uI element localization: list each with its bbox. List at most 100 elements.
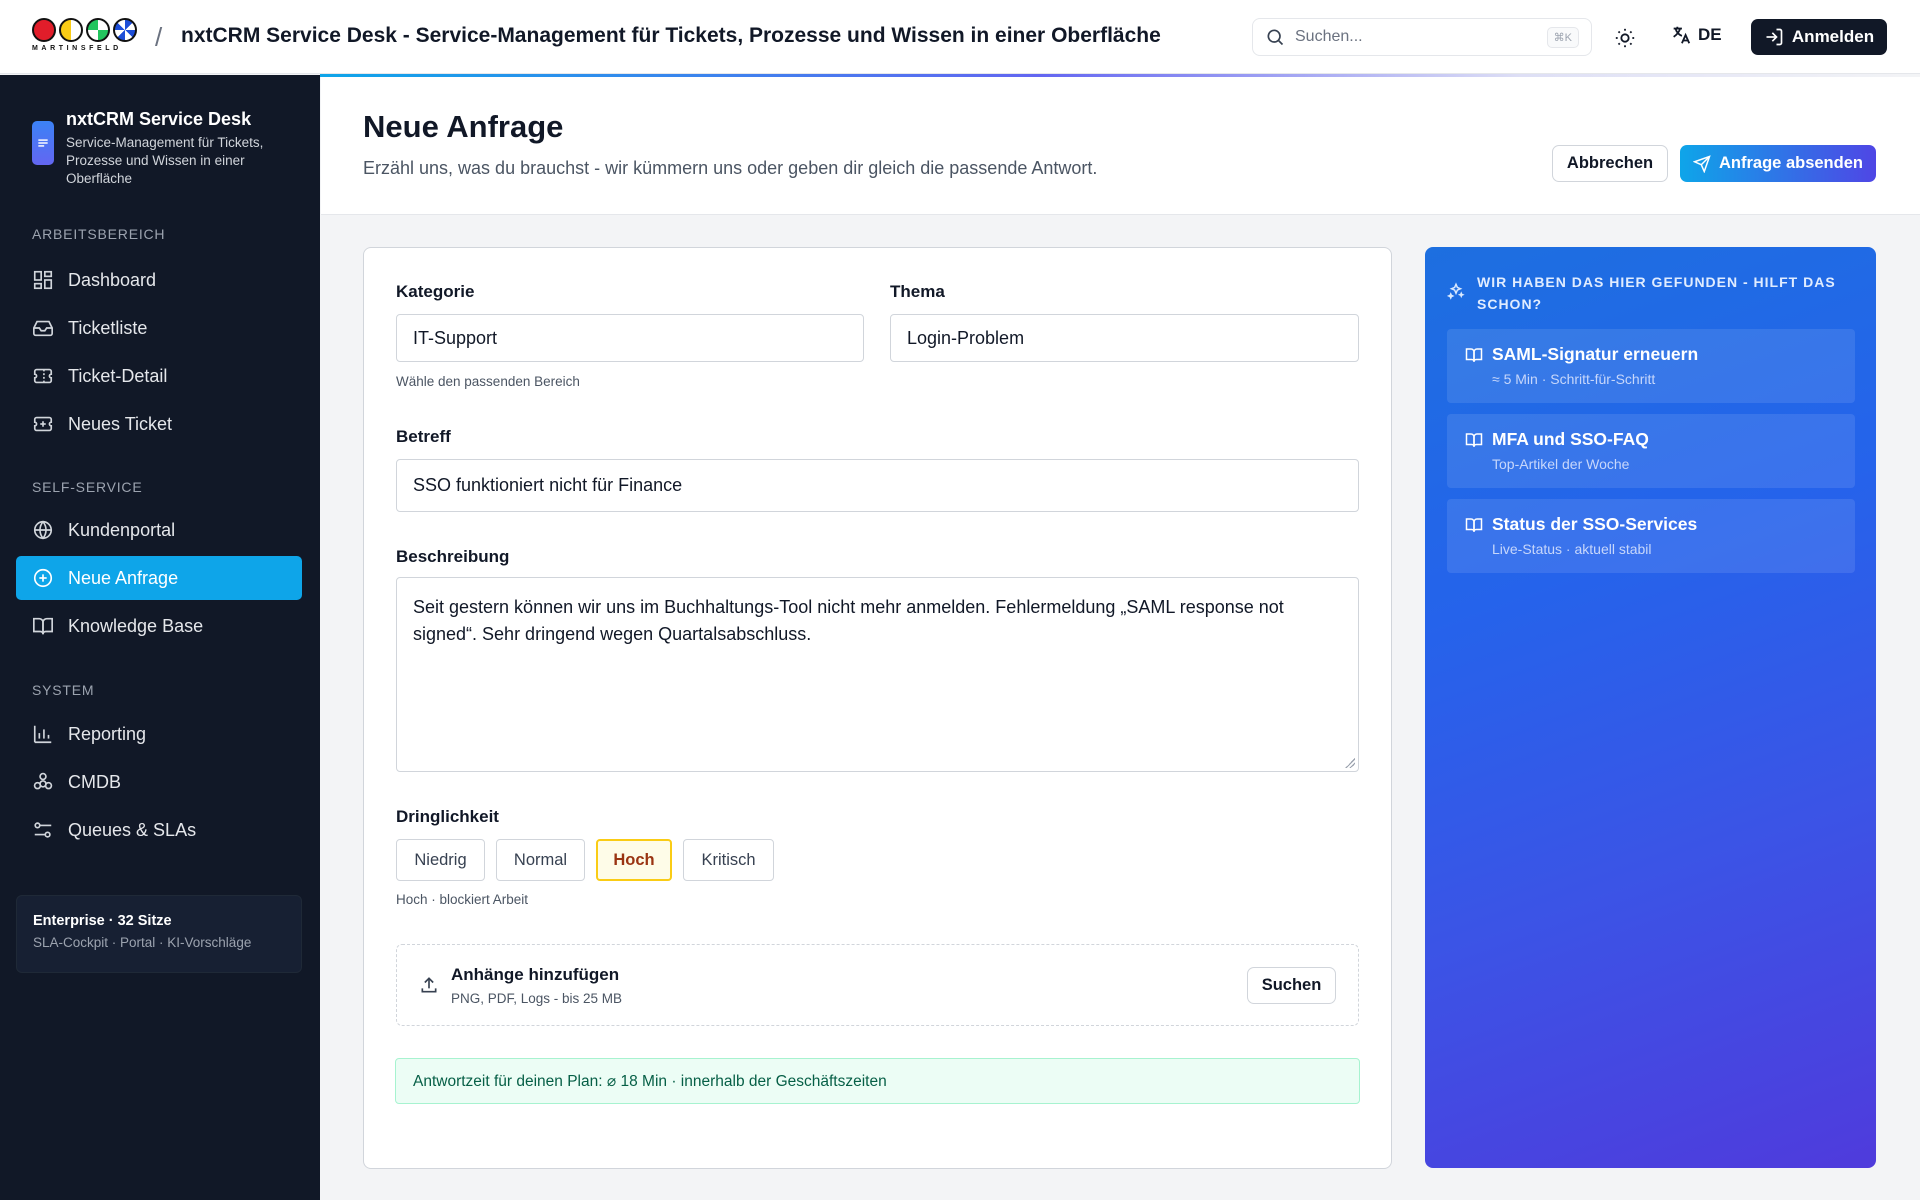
suggestion-title: MFA und SSO-FAQ [1492, 429, 1649, 449]
company-logo[interactable]: MARTINSFELD [32, 18, 140, 58]
upload-icon [421, 977, 437, 993]
global-search[interactable]: ⌘K [1252, 18, 1592, 56]
ticket-icon [33, 368, 53, 384]
urgency-label: Dringlichkeit [396, 807, 499, 826]
globe-icon [33, 520, 53, 540]
category-select[interactable]: IT-Support [396, 314, 864, 362]
book-icon [1465, 348, 1483, 362]
plan-title: Enterprise · 32 Sitze [33, 913, 172, 929]
app-title: nxtCRM Service Desk - Service-Management… [181, 24, 1161, 47]
suggestion-meta: Top-Artikel der Woche [1492, 456, 1630, 472]
sidebar-item-label: Reporting [68, 723, 147, 744]
sidebar-item-label: Queues & SLAs [68, 819, 197, 840]
sidebar-item-label: CMDB [68, 771, 121, 792]
category-label: Kategorie [396, 282, 475, 301]
brand-subtitle: Service-Management für Tickets, Prozesse… [66, 135, 264, 186]
sidebar-item-dashboard[interactable]: Dashboard [16, 258, 302, 302]
suggestion-meta: Live-Status · aktuell stabil [1492, 541, 1652, 557]
suggestion-meta: ≈ 5 Min · Schritt-für-Schritt [1492, 371, 1656, 387]
book-icon [1465, 433, 1483, 447]
sidebar-item-label: Dashboard [68, 269, 157, 290]
description-text: Seit gestern können wir uns im Buchhaltu… [413, 597, 1284, 644]
description-label: Beschreibung [396, 547, 510, 566]
urgency-option-kritisch[interactable]: Kritisch [683, 839, 774, 881]
sidebar-item-ticket-detail[interactable]: Ticket-Detail [16, 354, 302, 398]
sidebar-item-label: Neue Anfrage [68, 567, 179, 588]
translate-icon [1673, 26, 1691, 44]
breadcrumb-separator: / [155, 22, 163, 52]
urgency-option-niedrig[interactable]: Niedrig [396, 839, 485, 881]
login-icon [1766, 28, 1783, 46]
inbox-icon [33, 320, 53, 337]
suggestions-heading: WIR HABEN DAS HIER GEFUNDEN - HILFT DAS … [1477, 274, 1836, 312]
urgency-option-normal[interactable]: Normal [496, 839, 585, 881]
suggestion-title: SAML-Signatur erneuern [1492, 344, 1699, 364]
attachments-hint: PNG, PDF, Logs - bis 25 MB [451, 991, 623, 1006]
plus-circle-icon [33, 568, 53, 588]
send-icon [1693, 154, 1711, 173]
book-icon [1465, 518, 1483, 532]
sidebar-item-label: Kundenportal [68, 519, 176, 540]
sidebar-item-label: Ticketliste [68, 317, 148, 338]
page-header: Neue Anfrage Erzähl uns, was du brauchst… [321, 77, 1920, 215]
sidebar-item-neue-anfrage[interactable]: Neue Anfrage [16, 556, 302, 600]
language-switcher[interactable]: DE [1670, 24, 1722, 46]
book-icon [33, 617, 53, 635]
ticket-plus-icon [33, 416, 53, 432]
topic-label: Thema [890, 282, 945, 301]
section-label-self-service: SELF-SERVICE [32, 479, 143, 495]
response-time-banner: Antwortzeit für deinen Plan: ⌀ 18 Min · … [395, 1058, 1360, 1104]
suggestion-item[interactable]: Status der SSO-Services Live-Status · ak… [1447, 499, 1855, 573]
plan-features: SLA-Cockpit · Portal · KI-Vorschläge [33, 935, 252, 950]
subject-input[interactable]: SSO funktioniert nicht für Finance [396, 459, 1359, 512]
urgency-option-hoch[interactable]: Hoch [596, 839, 672, 881]
sidebar-item-kundenportal[interactable]: Kundenportal [16, 508, 302, 552]
sliders-icon [34, 822, 52, 838]
submit-request-button[interactable]: Anfrage absenden [1680, 145, 1876, 182]
urgency-hint: Hoch · blockiert Arbeit [396, 892, 529, 907]
cmdb-icon [33, 772, 53, 790]
browse-files-button[interactable]: Suchen [1247, 967, 1336, 1004]
suggestions-panel: WIR HABEN DAS HIER GEFUNDEN - HILFT DAS … [1425, 247, 1876, 1168]
page-subtitle: Erzähl uns, was du brauchst - wir kümmer… [363, 158, 1098, 178]
search-icon [1267, 29, 1284, 46]
sparkles-icon [1447, 282, 1465, 300]
brand-title: nxtCRM Service Desk [66, 109, 252, 129]
textarea-resize-handle[interactable] [1345, 758, 1355, 768]
theme-toggle-button[interactable] [1612, 25, 1638, 51]
sidebar-item-label: Neues Ticket [68, 413, 173, 434]
suggestion-item[interactable]: SAML-Signatur erneuern ≈ 5 Min · Schritt… [1447, 329, 1855, 403]
subject-label: Betreff [396, 427, 451, 446]
logo-circles [32, 18, 140, 42]
suggestion-item[interactable]: MFA und SSO-FAQ Top-Artikel der Woche [1447, 414, 1855, 488]
sidebar-item-reporting[interactable]: Reporting [16, 712, 302, 756]
suggestion-title: Status der SSO-Services [1492, 514, 1698, 534]
top-bar: MARTINSFELD / nxtCRM Service Desk - Serv… [0, 0, 1920, 74]
dashboard-icon [33, 270, 53, 290]
sidebar-item-label: Ticket-Detail [68, 365, 168, 386]
page-title: Neue Anfrage [363, 109, 564, 144]
sidebar-item-ticketliste[interactable]: Ticketliste [16, 306, 302, 350]
search-input[interactable] [1295, 28, 1525, 46]
category-hint: Wähle den passenden Bereich [396, 374, 580, 389]
sidebar: nxtCRM Service Desk Service-Management f… [0, 75, 320, 1200]
attachment-dropzone[interactable]: Anhänge hinzufügen PNG, PDF, Logs - bis … [396, 944, 1359, 1026]
section-label-system: SYSTEM [32, 682, 95, 698]
bar-chart-icon [33, 725, 52, 744]
cancel-button[interactable]: Abbrechen [1552, 145, 1668, 182]
section-label-arbeitsbereich: ARBEITSBEREICH [32, 226, 166, 242]
topic-select[interactable]: Login-Problem [890, 314, 1359, 362]
suggestions-header: WIR HABEN DAS HIER GEFUNDEN - HILFT DAS … [1447, 271, 1857, 315]
sidebar-brand[interactable]: nxtCRM Service Desk Service-Management f… [32, 109, 291, 188]
sidebar-item-label: Knowledge Base [68, 615, 204, 636]
attachments-title: Anhänge hinzufügen [451, 965, 620, 984]
sidebar-item-knowledge-base[interactable]: Knowledge Base [16, 604, 302, 648]
sidebar-item-neues-ticket[interactable]: Neues Ticket [16, 402, 302, 446]
sidebar-item-queues-slas[interactable]: Queues & SLAs [16, 808, 302, 852]
description-textarea[interactable]: Seit gestern können wir uns im Buchhaltu… [396, 577, 1359, 772]
login-button[interactable]: Anmelden [1751, 19, 1887, 55]
sidebar-item-cmdb[interactable]: CMDB [16, 760, 302, 804]
logo-wordmark: MARTINSFELD [32, 45, 122, 52]
submit-label: Anfrage absenden [1719, 154, 1863, 172]
login-label: Anmelden [1791, 27, 1875, 46]
